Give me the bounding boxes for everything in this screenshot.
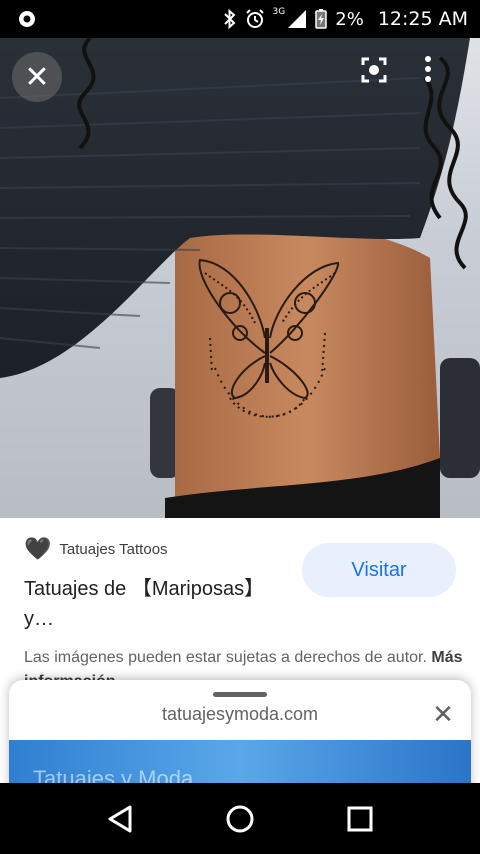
back-button[interactable] xyxy=(96,795,144,843)
battery-percent: 2% xyxy=(335,8,364,30)
lens-search-button[interactable] xyxy=(360,56,400,96)
site-preview-sheet[interactable]: tatuajesymoda.com ✕ Tatuajes y Moda xyxy=(9,680,471,790)
home-icon xyxy=(226,805,254,832)
close-icon: ✕ xyxy=(432,698,454,729)
home-button[interactable] xyxy=(216,795,264,843)
bluetooth-icon xyxy=(223,9,236,29)
status-bar: 3G 2% 12:25 AM xyxy=(0,0,480,38)
navigation-bar xyxy=(0,783,480,854)
close-button[interactable]: ✕ xyxy=(12,52,62,102)
battery-icon xyxy=(315,9,327,29)
image-preview[interactable]: ✕ xyxy=(0,38,480,518)
recents-icon xyxy=(347,806,373,831)
sheet-close-button[interactable]: ✕ xyxy=(427,698,459,730)
status-left xyxy=(18,10,36,28)
status-right: 3G 2% 12:25 AM xyxy=(223,7,468,30)
notification-icon xyxy=(19,11,35,27)
source-name: Tatuajes Tattoos xyxy=(59,540,168,558)
screen: 3G 2% 12:25 AM ✕ 🖤 Tatuajes Tattoos Tatu… xyxy=(0,0,480,854)
source-row[interactable]: 🖤 Tatuajes Tattoos xyxy=(24,538,168,560)
result-title[interactable]: Tatuajes de 【Mariposas】y… xyxy=(24,574,294,634)
sheet-url: tatuajesymoda.com xyxy=(161,704,319,724)
alarm-icon xyxy=(245,9,264,28)
clock: 12:25 AM xyxy=(377,8,468,30)
lens-icon xyxy=(361,57,387,83)
recents-button[interactable] xyxy=(336,795,384,843)
close-icon: ✕ xyxy=(24,60,50,94)
drag-handle[interactable] xyxy=(213,692,267,697)
tattoo-photo xyxy=(0,38,480,518)
more-vert-icon xyxy=(425,56,431,82)
visit-button[interactable]: Visitar xyxy=(302,543,456,597)
network-type-label: 3G xyxy=(272,7,286,17)
copyright-text: Las imágenes pueden estar sujetas a dere… xyxy=(24,649,427,666)
signal-icon xyxy=(288,10,307,28)
black-heart-icon: 🖤 xyxy=(24,536,52,561)
more-options-button[interactable] xyxy=(424,56,460,96)
back-icon xyxy=(108,805,132,832)
